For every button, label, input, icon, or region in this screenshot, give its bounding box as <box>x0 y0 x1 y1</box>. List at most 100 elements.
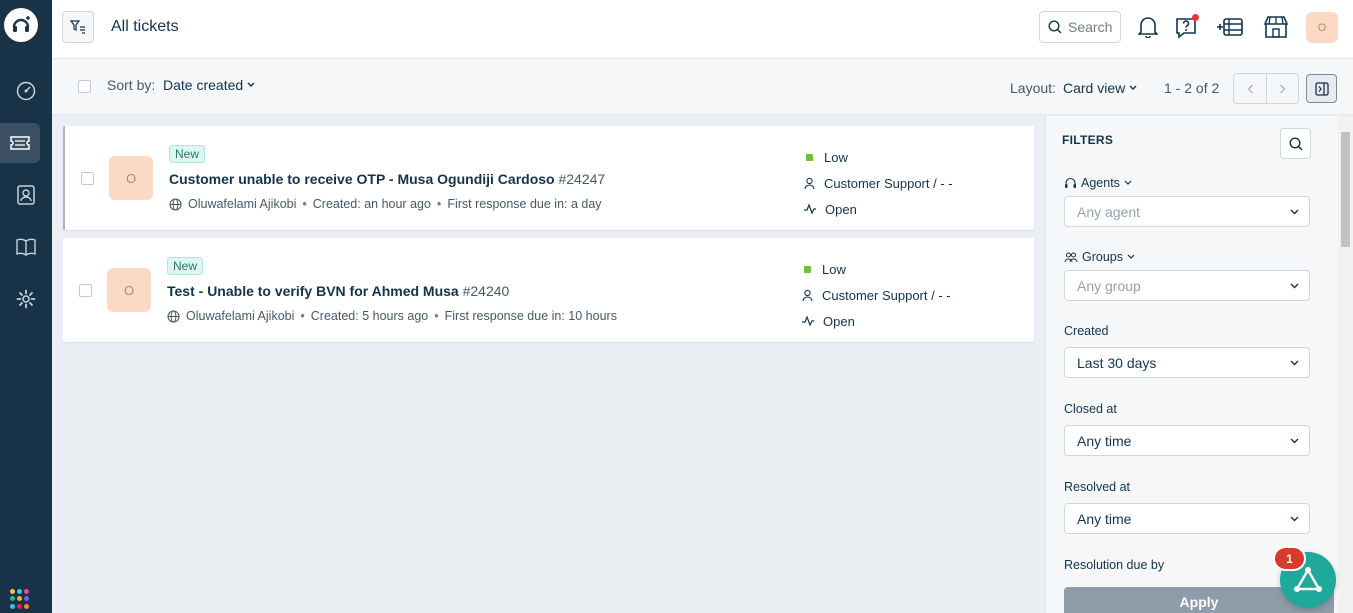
requester-avatar: O <box>109 156 153 200</box>
resolved-at-value: Any time <box>1077 510 1132 527</box>
separator-dot: • <box>436 197 442 211</box>
group-value: Customer Support / - - <box>822 287 951 303</box>
status-selector[interactable]: Open <box>801 308 951 334</box>
filter-icon <box>70 20 85 34</box>
ticket-id: #24240 <box>462 283 510 299</box>
created-time: Created: an hour ago <box>312 197 431 211</box>
dashboard-icon[interactable] <box>0 71 52 111</box>
ticket-card[interactable]: O New Customer unable to receive OTP - M… <box>63 126 1034 230</box>
person-icon <box>802 289 813 301</box>
separator-dot: • <box>302 197 307 211</box>
layout-dropdown[interactable]: Card view <box>1063 80 1137 96</box>
requester-name[interactable]: Oluwafelami Ajikobi <box>188 197 296 211</box>
priority-value: Low <box>824 149 848 165</box>
first-response-due: First response due in: 10 hours <box>444 309 617 323</box>
activity-icon <box>802 315 814 327</box>
chevron-down-icon <box>1127 254 1135 259</box>
filters-scrollbar[interactable] <box>1338 116 1353 613</box>
marketplace-store-icon[interactable] <box>1261 12 1291 42</box>
tickets-icon[interactable] <box>0 123 40 163</box>
status-badge: New <box>167 257 204 275</box>
priority-dot-icon <box>804 265 811 273</box>
chevron-down-icon <box>1124 180 1132 185</box>
chevron-down-icon <box>1290 360 1299 365</box>
new-ticket-menu-icon[interactable] <box>1215 12 1245 42</box>
search-button[interactable]: Search <box>1039 11 1121 43</box>
search-label: Search <box>1068 19 1113 35</box>
created-label: Created <box>1064 324 1109 338</box>
groups-filter-label[interactable]: Groups <box>1064 250 1135 264</box>
previous-page-button[interactable] <box>1234 74 1266 103</box>
agents-placeholder: Any agent <box>1077 203 1141 220</box>
next-page-button[interactable] <box>1266 74 1298 103</box>
assistant-notification-badge: 1 <box>1273 546 1306 571</box>
groups-label: Groups <box>1082 250 1123 264</box>
apps-grid-icon[interactable] <box>10 589 30 609</box>
priority-dot-icon <box>806 153 813 161</box>
chevron-down-icon <box>1290 283 1299 288</box>
headset-icon <box>1065 177 1076 188</box>
ticket-checkbox[interactable] <box>79 284 92 297</box>
ticket-subject-link[interactable]: Test - Unable to verify BVN for Ahmed Mu… <box>167 283 509 299</box>
created-time: Created: 5 hours ago <box>310 309 429 323</box>
chevron-left-icon <box>1247 84 1253 93</box>
group-value: Customer Support / - - <box>824 175 953 191</box>
notifications-bell-icon[interactable] <box>1133 12 1163 42</box>
help-notification-dot <box>1192 14 1199 21</box>
ticket-properties: Low Customer Support / - - Open <box>803 144 953 222</box>
group-agent-selector[interactable]: Customer Support / - - <box>803 170 953 196</box>
globe-icon <box>169 197 182 211</box>
ticket-properties: Low Customer Support / - - Open <box>801 256 951 334</box>
status-badge: New <box>169 145 206 163</box>
priority-selector[interactable]: Low <box>803 144 953 170</box>
created-select[interactable]: Last 30 days <box>1064 347 1310 378</box>
layout-value: Card view <box>1063 80 1126 96</box>
sort-value: Date created <box>163 77 244 93</box>
top-header: All tickets Search O <box>52 0 1353 59</box>
filters-title: FILTERS <box>1062 133 1114 147</box>
page-title: All tickets <box>111 18 179 35</box>
agents-select[interactable]: Any agent <box>1064 196 1310 227</box>
chevron-down-icon <box>1290 438 1299 443</box>
sort-label: Sort by: <box>107 77 156 93</box>
agents-filter-label[interactable]: Agents <box>1064 176 1132 190</box>
created-value: Last 30 days <box>1077 354 1157 371</box>
resolved-at-label: Resolved at <box>1064 480 1131 494</box>
groups-select[interactable]: Any group <box>1064 270 1310 301</box>
scrollbar-thumb[interactable] <box>1341 132 1350 247</box>
panel-collapse-icon <box>1314 81 1329 96</box>
ticket-card[interactable]: O New Test - Unable to verify BVN for Ah… <box>63 238 1034 342</box>
freshdesk-logo-icon[interactable] <box>4 8 38 42</box>
settings-gear-icon[interactable] <box>0 279 52 319</box>
resolved-at-select[interactable]: Any time <box>1064 503 1310 534</box>
knowledge-base-icon[interactable] <box>0 227 52 267</box>
ticket-meta: Oluwafelami Ajikobi • Created: an hour a… <box>169 197 602 211</box>
group-agent-selector[interactable]: Customer Support / - - <box>801 282 951 308</box>
chevron-down-icon <box>1290 209 1299 214</box>
priority-selector[interactable]: Low <box>801 256 951 282</box>
ticket-checkbox[interactable] <box>81 172 94 185</box>
help-icon[interactable] <box>1171 12 1201 42</box>
search-icon <box>1288 136 1302 150</box>
filters-panel: FILTERS Agents Any agent Groups Any grou… <box>1045 116 1338 613</box>
sort-dropdown[interactable]: Date created <box>163 77 255 93</box>
layout-label: Layout: <box>1010 80 1056 96</box>
requester-name[interactable]: Oluwafelami Ajikobi <box>186 309 294 323</box>
agents-label: Agents <box>1081 176 1120 190</box>
filter-panel-toggle-button[interactable] <box>1306 74 1337 103</box>
filter-search-button[interactable] <box>1280 128 1311 159</box>
ticket-subject-link[interactable]: Customer unable to receive OTP - Musa Og… <box>169 171 605 187</box>
closed-at-label: Closed at <box>1064 402 1117 416</box>
closed-at-select[interactable]: Any time <box>1064 425 1310 456</box>
separator-dot: • <box>434 309 439 323</box>
user-avatar[interactable]: O <box>1306 12 1338 43</box>
status-selector[interactable]: Open <box>803 196 953 222</box>
chevron-down-icon <box>247 82 255 87</box>
contacts-icon[interactable] <box>0 175 52 215</box>
chevron-down-icon <box>1290 516 1299 521</box>
activity-icon <box>804 203 816 215</box>
pagination-buttons <box>1233 73 1299 104</box>
select-all-checkbox[interactable] <box>78 80 91 93</box>
filter-toggle-button[interactable] <box>62 11 94 43</box>
chevron-down-icon <box>1129 85 1137 90</box>
